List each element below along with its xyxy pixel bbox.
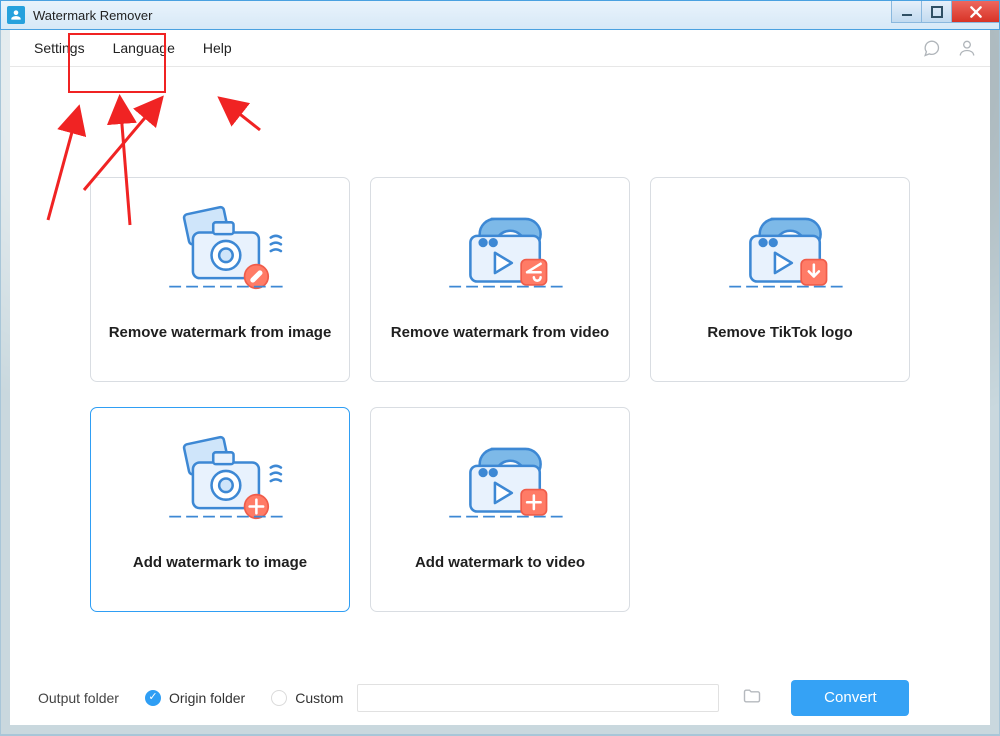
maximize-button[interactable] [921, 1, 951, 23]
browse-folder-icon[interactable] [741, 686, 763, 709]
video-remove-icon [415, 202, 585, 312]
menu-language[interactable]: Language [99, 40, 189, 56]
camera-add-icon [135, 432, 305, 542]
output-folder-label: Output folder [38, 690, 119, 706]
feature-grid: Remove watermark from image [10, 67, 990, 612]
video-add-icon [415, 432, 585, 542]
card-caption: Remove watermark from video [391, 324, 609, 341]
card-remove-tiktok-logo[interactable]: Remove TikTok logo [650, 177, 910, 382]
radio-origin-folder[interactable] [145, 690, 161, 706]
camera-remove-icon [135, 202, 305, 312]
card-caption: Remove TikTok logo [707, 324, 852, 341]
feedback-icon[interactable] [918, 35, 944, 61]
convert-button[interactable]: Convert [791, 680, 909, 716]
close-button[interactable] [951, 1, 999, 23]
radio-custom-folder[interactable] [271, 690, 287, 706]
video-download-icon [695, 202, 865, 312]
minimize-button[interactable] [891, 1, 921, 23]
origin-folder-label: Origin folder [169, 690, 245, 706]
card-caption: Remove watermark from image [109, 324, 332, 341]
account-icon[interactable] [954, 35, 980, 61]
menubar: Settings Language Help [10, 30, 990, 67]
card-add-watermark-image[interactable]: Add watermark to image [90, 407, 350, 612]
app-surface: Settings Language Help [10, 30, 990, 725]
custom-folder-label: Custom [295, 690, 343, 706]
menu-settings[interactable]: Settings [20, 40, 99, 56]
window-title: Watermark Remover [33, 8, 152, 23]
window-titlebar: Watermark Remover [0, 0, 1000, 30]
card-remove-watermark-video[interactable]: Remove watermark from video [370, 177, 630, 382]
card-caption: Add watermark to video [415, 554, 585, 571]
card-caption: Add watermark to image [133, 554, 307, 571]
menu-help[interactable]: Help [189, 40, 246, 56]
card-remove-watermark-image[interactable]: Remove watermark from image [90, 177, 350, 382]
bottom-bar: Output folder Origin folder Custom Conve… [10, 670, 990, 725]
app-icon [7, 6, 25, 24]
card-add-watermark-video[interactable]: Add watermark to video [370, 407, 630, 612]
output-path-input[interactable] [357, 684, 719, 712]
